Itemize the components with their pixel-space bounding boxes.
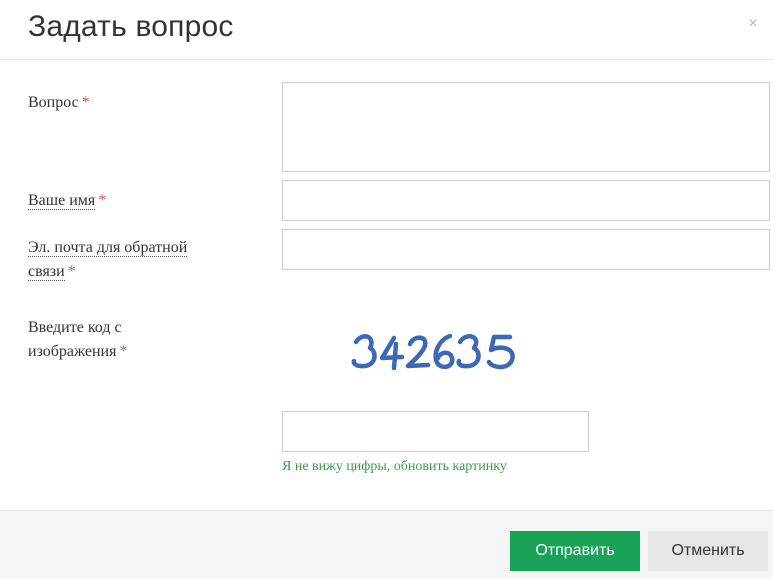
name-label-text: Ваше имя: [28, 192, 96, 210]
modal-title: Задать вопрос: [28, 10, 234, 43]
captcha-image: [351, 333, 515, 371]
captcha-label: Введите код с изображения *: [28, 316, 258, 364]
cancel-button[interactable]: Отменить: [648, 531, 768, 571]
captcha-label-line1: Введите код с: [28, 319, 122, 336]
required-mark: *: [98, 192, 107, 209]
captcha-digit-3b: [456, 334, 481, 369]
captcha-digit-6: [433, 333, 455, 370]
email-label-line1: Эл. почта для обратной: [28, 239, 188, 257]
captcha-digit-2: [405, 335, 431, 369]
email-label: Эл. почта для обратной связи *: [28, 236, 258, 284]
captcha-input[interactable]: [282, 411, 589, 452]
question-label: Вопрос *: [28, 91, 258, 115]
captcha-digit-5: [486, 334, 515, 370]
email-input[interactable]: [282, 229, 770, 270]
email-label-line2: связи: [28, 263, 65, 281]
required-mark: *: [119, 343, 128, 360]
captcha-digit-4: [379, 335, 405, 371]
modal-footer: Отправить Отменить: [0, 510, 773, 579]
submit-button[interactable]: Отправить: [510, 531, 640, 571]
close-icon[interactable]: ×: [745, 16, 761, 32]
required-mark: *: [67, 263, 76, 280]
question-label-text: Вопрос: [28, 94, 79, 111]
modal-header: Задать вопрос ×: [0, 0, 773, 60]
name-label: Ваше имя *: [28, 189, 258, 213]
captcha-digit-3: [351, 334, 377, 369]
question-textarea[interactable]: [282, 82, 770, 172]
captcha-label-line2: изображения: [28, 343, 117, 360]
name-input[interactable]: [282, 180, 770, 221]
required-mark: *: [81, 94, 90, 111]
refresh-captcha-link[interactable]: Я не вижу цифры, обновить картинку: [282, 459, 507, 475]
ask-question-modal: Задать вопрос × Вопрос * Ваше имя * Эл. по…: [0, 0, 773, 579]
